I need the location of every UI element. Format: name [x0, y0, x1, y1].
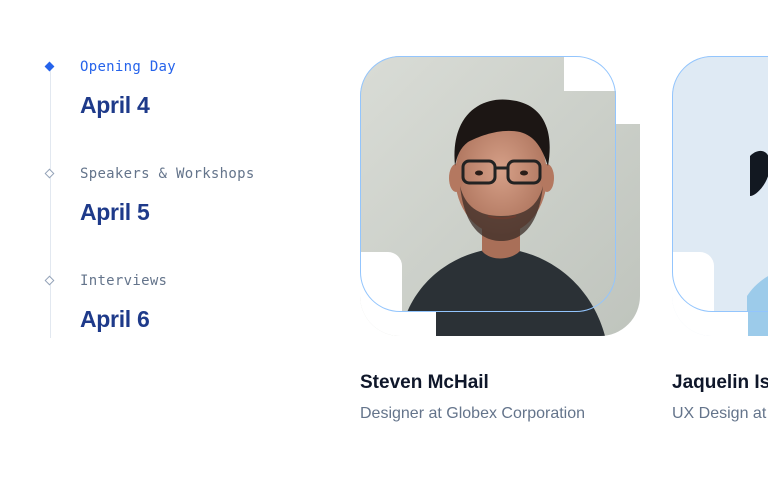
timeline-item-opening-day[interactable]: Opening Day April 4 — [44, 59, 340, 118]
timeline-item-label: Interviews — [80, 273, 168, 289]
corner-cutout — [402, 312, 436, 336]
timeline-marker-icon — [44, 168, 55, 179]
timeline-item-speakers-workshops[interactable]: Speakers & Workshops April 5 — [44, 166, 340, 225]
speaker-role: UX Design at — [672, 405, 767, 422]
timeline-line — [50, 70, 51, 338]
timeline-marker-icon — [44, 61, 55, 72]
timeline-item-date: April 4 — [80, 92, 150, 118]
corner-cutout — [714, 312, 748, 336]
speaker-name: Jaquelin Isa — [672, 372, 768, 393]
timeline-item-interviews[interactable]: Interviews April 6 — [44, 273, 340, 332]
timeline-item-date: April 5 — [80, 199, 150, 225]
speaker-card[interactable]: Jaquelin Isa UX Design at — [672, 56, 768, 492]
timeline-item-label: Opening Day — [80, 59, 177, 75]
photo-outline — [360, 56, 616, 312]
timeline-marker-icon — [44, 275, 55, 286]
speaker-name: Steven McHail — [360, 372, 489, 393]
speaker-photo-frame — [360, 56, 640, 336]
schedule-timeline: Opening Day April 4 Speakers & Workshops… — [0, 0, 330, 492]
timeline-item-date: April 6 — [80, 306, 150, 332]
photo-outline — [672, 56, 768, 312]
corner-cutout — [616, 56, 640, 124]
timeline-item-label: Speakers & Workshops — [80, 166, 255, 182]
speaker-role: Designer at Globex Corporation — [360, 405, 586, 422]
speaker-photo-frame — [672, 56, 768, 336]
speaker-card[interactable]: Steven McHail Designer at Globex Corpora… — [360, 56, 640, 424]
